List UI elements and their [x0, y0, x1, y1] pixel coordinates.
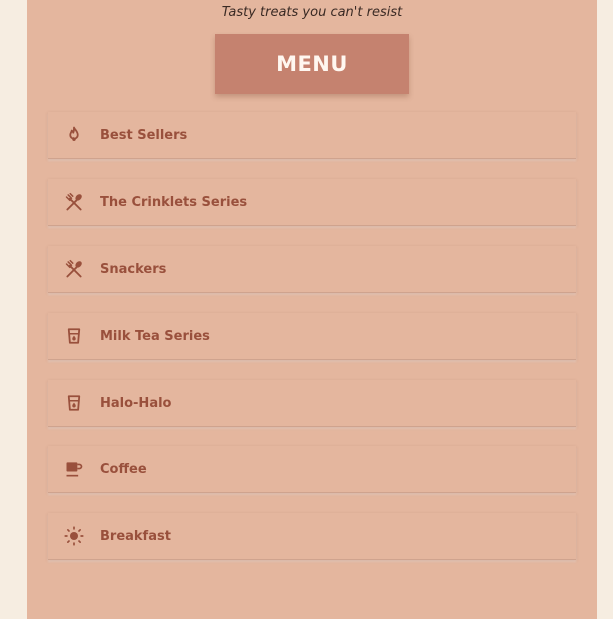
tagline: Tasty treats you can't resist — [221, 5, 403, 20]
menu-item-label: Snackers — [100, 261, 167, 277]
menu-item-milk-tea-series[interactable]: Milk Tea Series — [48, 313, 576, 360]
menu-item-label: Coffee — [100, 461, 147, 477]
menu-item-label: Halo-Halo — [100, 395, 172, 411]
sun-icon — [64, 526, 84, 546]
menu-item-breakfast[interactable]: Breakfast — [48, 513, 576, 560]
cup-icon — [64, 393, 84, 413]
menu-item-snackers[interactable]: Snackers — [48, 246, 576, 293]
utensils-icon — [64, 259, 84, 279]
menu-item-label: Best Sellers — [100, 127, 188, 143]
cup-icon — [64, 326, 84, 346]
coffee-mug-icon — [64, 459, 84, 479]
menu-item-best-sellers[interactable]: Best Sellers — [48, 112, 576, 159]
menu-item-halo-halo[interactable]: Halo-Halo — [48, 380, 576, 427]
menu-item-label: Milk Tea Series — [100, 328, 210, 344]
menu-panel: Tasty treats you can't resist MENU Best … — [27, 0, 597, 619]
menu-item-label: Breakfast — [100, 528, 171, 544]
menu-item-coffee[interactable]: Coffee — [48, 446, 576, 493]
utensils-icon — [64, 192, 84, 212]
menu-item-label: The Crinklets Series — [100, 194, 248, 210]
menu-button[interactable]: MENU — [215, 34, 409, 94]
menu-item-crinklets-series[interactable]: The Crinklets Series — [48, 179, 576, 226]
fire-icon — [64, 125, 84, 145]
